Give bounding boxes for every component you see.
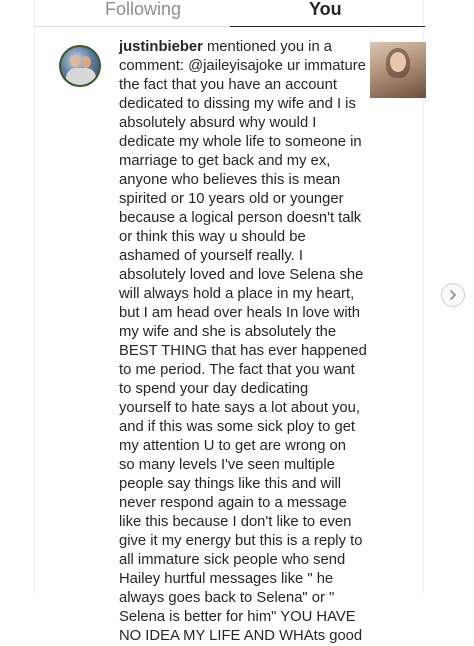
tab-you[interactable]: You [309,0,342,22]
avatar-figure-left [70,55,80,67]
thumbnail-face [390,52,406,72]
activity-tabs: Following You [35,0,425,27]
notification-text: mentioned you in a comment: @jaileyisajo… [119,39,367,644]
post-thumbnail[interactable] [370,42,426,98]
activity-screen: Following You justinbieber mentioned you… [34,0,426,644]
active-tab-indicator [230,26,425,27]
notification-username[interactable]: justinbieber [119,39,203,55]
avatar-figure-body [66,68,96,85]
avatar-figure-right [81,56,91,68]
notification-message: justinbieber mentioned you in a comment:… [119,38,399,646]
tab-following[interactable]: Following [105,0,181,22]
next-button[interactable] [441,283,465,307]
profile-avatar[interactable] [59,45,101,87]
chevron-right-icon [450,290,456,300]
